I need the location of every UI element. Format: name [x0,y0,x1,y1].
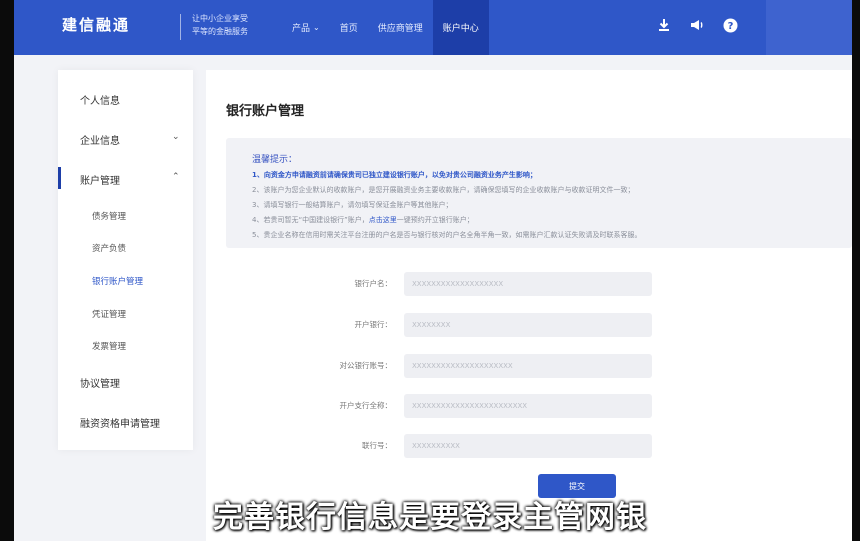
top-navigation-bar: 建信融通 让中小企业享受 平等的金融服务 产品 ⌄ 首页 供应商管理 账户中心 [14,0,852,55]
form-row-branch: 开户支行全称： XXXXXXXXXXXXXXXXXXXXXXXX [206,394,852,418]
app-screen: 建信融通 让中小企业享受 平等的金融服务 产品 ⌄ 首页 供应商管理 账户中心 [14,0,852,541]
chevron-down-icon: ⌄ [313,23,320,32]
header-icons: ? [656,17,738,33]
sidebar-item-financing-qualification[interactable]: 融资资格申请管理 [80,415,160,430]
sidebar-item-account-management[interactable]: 账户管理 ⌃ [80,172,180,187]
branch-label: 开户支行全称： [339,401,393,410]
bank-code-label: 联行号： [362,441,392,450]
notice-line-1: 1、向资金方申请融资前请确保贵司已独立建设银行账户，以免对贵公司融资业务产生影响… [252,171,537,179]
notice-line-4-post: 一键预约开立银行账户； [396,216,474,224]
sidebar-subitem-bank-account[interactable]: 银行账户管理 [92,275,143,287]
notice-line-4-pre: 4、若贵司暂无“中国建设银行”账户， [252,216,369,224]
user-area[interactable] [766,0,852,55]
nav-supplier-label: 供应商管理 [377,24,423,34]
megaphone-icon[interactable] [689,17,705,33]
notice-line-5: 5、贵企业名称在信用时需关注平台注册的户名是否与银行核对的户名全角半角一致，如需… [252,231,642,239]
sidebar-item-personal-info[interactable]: 个人信息 [80,92,120,107]
slogan-line-1: 让中小企业享受 [192,14,248,23]
nav-products[interactable]: 产品 ⌄ [282,0,330,55]
main-content: 银行账户管理 温馨提示： 1、向资金方申请融资前请确保贵司已独立建设银行账户，以… [206,70,852,541]
sidebar-item-label: 账户管理 [80,176,120,187]
sidebar-item-company-info[interactable]: 企业信息 ⌄ [80,132,180,147]
sidebar-item-label: 融资资格申请管理 [80,419,160,430]
brand-slogan: 让中小企业享受 平等的金融服务 [192,12,248,38]
sidebar-item-label: 协议管理 [80,379,120,390]
account-name-field[interactable]: XXXXXXXXXXXXXXXXXXX [404,272,652,296]
nav-products-label: 产品 [292,24,311,34]
nav-account-center-label: 账户中心 [442,24,479,34]
brand-logo[interactable]: 建信融通 [62,14,130,35]
help-icon[interactable]: ? [722,17,738,33]
page-title: 银行账户管理 [226,104,305,119]
sidebar-subitem-debt[interactable]: 债务管理 [92,210,126,222]
chevron-down-icon: ⌄ [172,132,180,142]
sidebar-subitem-assets[interactable]: 资产负债 [92,242,126,254]
form-row-bank-code: 联行号： XXXXXXXXXX [206,434,852,458]
account-number-field[interactable]: XXXXXXXXXXXXXXXXXXXXX [404,354,652,378]
notice-line-2: 2、该账户为您企业默认的收款账户，是您开展融资业务主要收款账户，请确保您填写的企… [252,186,635,194]
account-number-label: 对公银行账号： [339,361,393,370]
sidebar-item-label: 个人信息 [80,96,120,107]
nav-supplier-management[interactable]: 供应商管理 [368,0,433,55]
sidebar-item-agreement[interactable]: 协议管理 [80,375,120,390]
account-name-label: 银行户名： [354,279,393,288]
notice-box: 温馨提示： 1、向资金方申请融资前请确保贵司已独立建设银行账户，以免对贵公司融资… [226,138,852,248]
notice-line-4: 4、若贵司暂无“中国建设银行”账户，点击这里一键预约开立银行账户； [252,215,474,225]
form-row-account-number: 对公银行账号： XXXXXXXXXXXXXXXXXXXXX [206,354,852,378]
sidebar-subitem-voucher[interactable]: 凭证管理 [92,308,126,320]
slogan-line-2: 平等的金融服务 [192,27,248,36]
download-icon[interactable] [656,17,672,33]
sidebar-subitem-invoice[interactable]: 发票管理 [92,340,126,352]
chevron-up-icon: ⌃ [172,172,180,182]
svg-text:?: ? [727,21,733,32]
header-divider [180,14,181,40]
main-nav: 产品 ⌄ 首页 供应商管理 账户中心 [282,0,489,55]
video-subtitle: 完善银行信息是要登录主管网银 [213,500,647,535]
nav-home-label: 首页 [339,24,358,34]
active-indicator [58,167,61,189]
branch-field[interactable]: XXXXXXXXXXXXXXXXXXXXXXXX [404,394,652,418]
nav-home[interactable]: 首页 [330,0,368,55]
notice-line-3: 3、请填写银行一般结算账户，请勿填写保证金账户等其他账户； [252,201,453,209]
form-row-account-name: 银行户名： XXXXXXXXXXXXXXXXXXX [206,272,852,296]
form-row-bank: 开户银行： XXXXXXXX [206,313,852,337]
sidebar-item-label: 企业信息 [80,136,120,147]
bank-field[interactable]: XXXXXXXX [404,313,652,337]
book-account-link[interactable]: 点击这里 [369,216,397,224]
bank-code-field[interactable]: XXXXXXXXXX [404,434,652,458]
nav-account-center[interactable]: 账户中心 [432,0,489,55]
bank-label: 开户银行： [354,320,393,329]
notice-title: 温馨提示： [252,155,298,165]
sidebar: 个人信息 企业信息 ⌄ 账户管理 ⌃ 债务管理 资产负债 银行账户管理 凭证管理… [58,70,193,450]
